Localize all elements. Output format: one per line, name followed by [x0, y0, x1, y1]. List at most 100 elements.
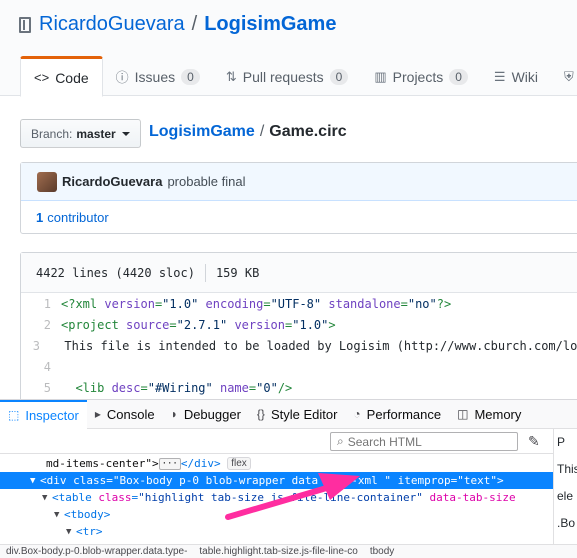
markup-token: "Box-body p-0 blob-wrapper data type-xml… — [112, 474, 392, 487]
markup-view: md-items-center"> ··· </div> flex ▼ <div cla… — [0, 455, 553, 557]
commit-message-link[interactable]: probable final — [167, 174, 245, 189]
markup-node[interactable]: ▼ <tr> — [0, 523, 553, 540]
eyedropper-icon[interactable]: ✎ — [528, 433, 540, 450]
markup-token: itemprop — [397, 474, 451, 487]
devtools-tab-console[interactable]: ▸ Console — [87, 400, 163, 429]
devtools-tab-inspector[interactable]: ⬚ Inspector — [0, 399, 87, 429]
contributor-count[interactable]: 1 — [36, 210, 43, 225]
markup-token: data-tab-size — [429, 491, 516, 504]
markup-token: "text" — [457, 474, 498, 487]
code-token: <project — [61, 317, 127, 332]
devtools-tab-label: Console — [106, 406, 155, 422]
tab-pull-requests[interactable]: ⇅ Pull requests 0 — [213, 56, 362, 97]
code-token: source — [126, 317, 170, 332]
markup-node[interactable]: ▼ <table class = "highlight tab-size js-fil… — [0, 489, 553, 506]
markup-token: "highlight tab-size js-file-line-contain… — [138, 491, 423, 504]
expand-triangle-icon[interactable]: ▼ — [42, 493, 52, 503]
tab-counter: 0 — [329, 68, 349, 85]
markup-token: <table — [52, 491, 99, 504]
selected-node[interactable]: ▼ <div class = "Box-body p-0 blob-wrapper d… — [0, 472, 553, 489]
latest-commit-row: RicardoGuevara probable final — [21, 163, 577, 201]
devtools-panel: ⬚ Inspector ▸ Console ◗ Debugger {} Style Edito… — [0, 399, 577, 558]
markup-breadcrumb-item[interactable]: tbody — [364, 546, 400, 557]
line-code: <lib desc="#Wiring" name="0"/> — [61, 381, 292, 395]
inspector-icon: ⬚ — [8, 408, 20, 422]
side-panel-text: This — [557, 462, 577, 476]
markup-token — [391, 474, 398, 487]
code-token: version — [104, 296, 155, 311]
author-avatar[interactable] — [37, 171, 57, 192]
code-token: "#Wiring" — [147, 380, 213, 395]
contributor-label[interactable]: contributor — [47, 210, 108, 225]
tab-wiki[interactable]: ☰ Wiki — [481, 56, 551, 97]
code-line: 5 <lib desc="#Wiring" name="0"/> — [21, 377, 577, 398]
devtools-tab-label: Style Editor — [270, 406, 338, 422]
expand-triangle-icon[interactable]: ▼ — [54, 510, 64, 520]
file-size: 159 KB — [215, 265, 260, 280]
expand-triangle-icon[interactable]: ▼ — [66, 527, 76, 537]
code-token: = — [263, 296, 271, 311]
tab-counter: 0 — [449, 68, 468, 85]
repo-nav-tabs: <> Code ⓘ Issues 0 ⇅ Pull requests 0 ▥ Projects 0 ☰… — [20, 56, 577, 97]
side-panel-text: P — [557, 435, 566, 449]
code-icon: <> — [34, 70, 50, 85]
markup-node[interactable]: ▼ <tbody> — [0, 506, 553, 523]
repo-name-link[interactable]: LogisimGame — [204, 13, 336, 36]
devtools-tab-style-editor[interactable]: {} Style Editor — [249, 400, 346, 429]
branch-select-button[interactable]: Branch: master — [20, 119, 141, 148]
line-number[interactable]: 3 — [21, 339, 50, 353]
repo-title-separator: / — [191, 13, 198, 35]
code-line: 4 — [21, 356, 577, 377]
file-line-count: 4422 lines (4420 sloc) — [36, 265, 195, 280]
tab-s[interactable]: ⛨S — [551, 56, 577, 97]
line-number[interactable]: 2 — [21, 318, 61, 332]
file-breadcrumb: LogisimGame / Game.circ — [149, 123, 347, 141]
code-token: "UTF-8" — [270, 296, 322, 311]
flex-badge[interactable]: flex — [227, 457, 251, 470]
tab-label: Code — [55, 69, 89, 86]
line-number[interactable]: 4 — [21, 360, 61, 374]
markup-node[interactable]: md-items-center"> ··· </div> flex — [0, 455, 553, 472]
tab-label: Projects — [392, 68, 444, 85]
tab-code[interactable]: <> Code — [20, 56, 103, 97]
line-number[interactable]: 1 — [21, 297, 61, 311]
devtools-tab-debugger[interactable]: ◗ Debugger — [163, 400, 249, 429]
repo-header: RicardoGuevara / LogisimGame <> Code ⓘ Issu… — [0, 0, 577, 97]
performance-icon: ◔ — [353, 407, 361, 421]
devtools-tab-label: Performance — [366, 406, 442, 422]
line-code: <?xml version="1.0" encoding="UTF-8" sta… — [61, 297, 451, 311]
issue-icon: ⓘ — [115, 70, 129, 85]
project-icon: ▥ — [374, 68, 387, 84]
devtools-tab-memory[interactable]: ◫ Memory — [449, 400, 529, 429]
breadcrumb-repo-link[interactable]: LogisimGame — [149, 123, 255, 140]
commit-author-link[interactable]: RicardoGuevara — [62, 174, 162, 189]
line-number[interactable]: 5 — [21, 381, 61, 395]
repo-owner-link[interactable]: RicardoGuevara — [39, 13, 185, 36]
tab-issues[interactable]: ⓘ Issues 0 — [103, 56, 213, 97]
devtools-tab-performance[interactable]: ◔ Performance — [345, 400, 449, 429]
markup-breadcrumb-item[interactable]: div.Box-body.p-0.blob-wrapper.data.type- — [0, 546, 193, 557]
code-line: 2 <project source="2.7.1" version="1.0"> — [21, 314, 577, 335]
branch-label: Branch: — [31, 126, 73, 141]
code-token: /> — [277, 380, 293, 395]
markup-token: <tbody> — [64, 508, 111, 521]
style-editor-icon: {} — [256, 407, 265, 421]
line-code: <project source="2.7.1" version="1.0"> — [61, 318, 336, 332]
collapsed-ellipsis[interactable]: ··· — [158, 457, 181, 470]
expand-triangle-icon[interactable]: ▼ — [30, 476, 40, 486]
tab-projects[interactable]: ▥ Projects 0 — [361, 56, 481, 97]
markup-token: = — [106, 474, 113, 487]
search-html-field[interactable]: ⌕ — [330, 432, 518, 451]
search-html-input[interactable] — [347, 434, 508, 449]
breadcrumb-separator: / — [259, 123, 265, 140]
code-token: "1.0" — [292, 317, 329, 332]
pull-request-icon: ⇅ — [225, 68, 237, 84]
code-token: "2.7.1" — [176, 317, 228, 332]
file-info-divider — [204, 263, 206, 282]
tab-label: Pull requests — [242, 68, 324, 85]
markup-breadcrumb-item[interactable]: table.highlight.tab-size.js-file-line-co — [193, 546, 363, 557]
markup-breadcrumbs: div.Box-body.p-0.blob-wrapper.data.type-… — [0, 544, 577, 558]
code-token: "no" — [407, 296, 437, 311]
